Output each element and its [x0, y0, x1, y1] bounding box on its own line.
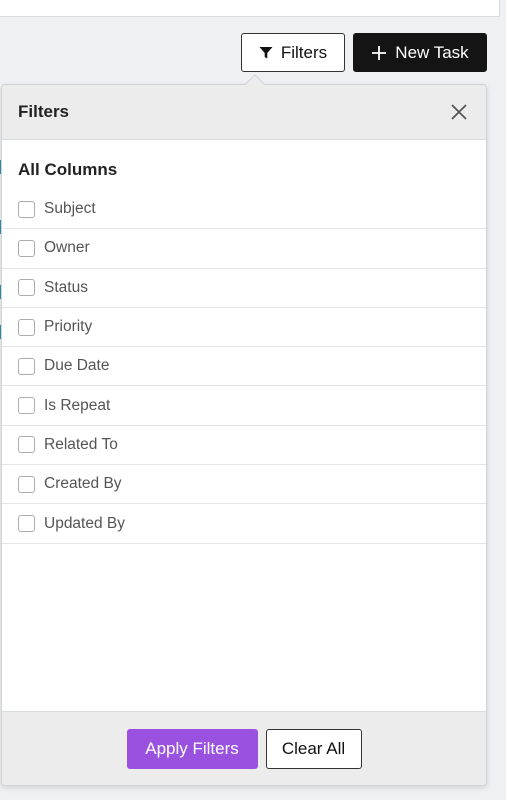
new-task-button-label: New Task	[395, 42, 469, 62]
checkbox[interactable]	[18, 436, 35, 454]
column-option-label: Updated By	[44, 514, 125, 532]
apply-filters-button[interactable]: Apply Filters	[126, 728, 258, 769]
funnel-icon	[259, 46, 273, 58]
column-option-label: Status	[44, 278, 88, 296]
page: Filters New Task Filters All Columns Sub…	[0, 0, 506, 800]
column-option-related-to[interactable]: Related To	[2, 426, 486, 466]
column-option-label: Owner	[44, 239, 90, 257]
column-option-updated-by[interactable]: Updated By	[2, 504, 486, 544]
plus-icon	[372, 45, 387, 60]
close-button[interactable]	[448, 101, 470, 123]
filter-panel-title: Filters	[18, 102, 70, 121]
filters-button[interactable]: Filters	[241, 33, 345, 72]
column-option-created-by[interactable]: Created By	[2, 465, 486, 505]
new-task-button[interactable]: New Task	[353, 33, 487, 72]
close-icon	[451, 104, 467, 120]
checkbox[interactable]	[18, 397, 35, 415]
checkbox[interactable]	[18, 200, 35, 218]
column-list: Subject Owner Status Priority Due Date I…	[2, 190, 486, 544]
checkbox[interactable]	[18, 239, 35, 257]
filter-panel: Filters All Columns Subject Owner Status	[1, 84, 487, 786]
column-option-due-date[interactable]: Due Date	[2, 347, 486, 387]
column-option-label: Is Repeat	[44, 396, 111, 414]
column-option-label: Created By	[44, 475, 122, 493]
column-option-label: Related To	[44, 435, 118, 453]
column-option-label: Due Date	[44, 357, 110, 375]
checkbox[interactable]	[18, 357, 35, 375]
checkbox[interactable]	[18, 515, 35, 533]
column-option-label: Subject	[44, 200, 96, 218]
filter-panel-footer: Apply Filters Clear All	[2, 711, 486, 785]
background-card	[0, 0, 500, 17]
filters-button-label: Filters	[280, 42, 328, 62]
column-option-subject[interactable]: Subject	[2, 190, 486, 230]
column-option-owner[interactable]: Owner	[2, 229, 486, 269]
checkbox[interactable]	[18, 279, 35, 297]
checkbox[interactable]	[18, 475, 35, 493]
clear-all-button[interactable]: Clear All	[265, 728, 362, 769]
column-option-label: Priority	[44, 318, 93, 336]
section-title-all-columns: All Columns	[18, 160, 118, 179]
checkbox[interactable]	[18, 318, 35, 336]
filter-panel-header: Filters	[2, 85, 486, 140]
column-option-status[interactable]: Status	[2, 269, 486, 308]
column-option-priority[interactable]: Priority	[2, 308, 486, 348]
column-option-is-repeat[interactable]: Is Repeat	[2, 386, 486, 426]
